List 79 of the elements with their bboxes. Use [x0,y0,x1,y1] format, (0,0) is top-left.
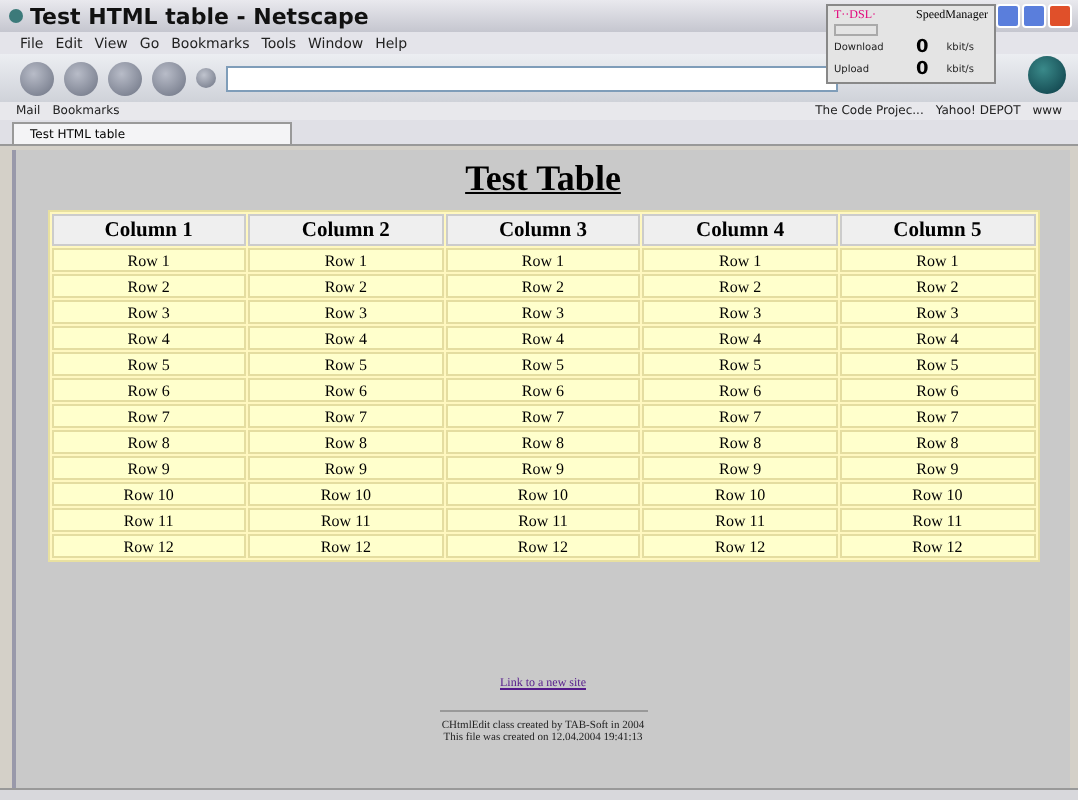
table-cell: Row 10 [642,482,838,506]
table-cell: Row 6 [642,378,838,402]
table-cell: Row 3 [445,300,641,324]
table-cell: Row 9 [839,456,1035,480]
table-cell: Row 10 [248,482,444,506]
reload-button[interactable] [108,61,142,95]
table-cell: Row 10 [445,482,641,506]
column-header: Column 5 [839,214,1035,246]
download-value: 0 [916,37,931,58]
table-cell: Row 4 [248,326,444,350]
close-button[interactable] [1048,4,1072,28]
table-cell: Row 8 [642,430,838,454]
minimize-button[interactable] [996,4,1020,28]
table-cell: Row 5 [839,352,1035,376]
table-cell: Row 2 [248,274,444,298]
table-cell: Row 12 [642,534,838,558]
table-cell: Row 10 [839,482,1035,506]
stop-button[interactable] [152,61,186,95]
table-cell: Row 4 [839,326,1035,350]
table-cell: Row 7 [445,404,641,428]
table-cell: Row 8 [839,430,1035,454]
table-cell: Row 1 [445,248,641,272]
go-button[interactable] [196,68,216,88]
table-cell: Row 10 [51,482,247,506]
speed-bar [834,24,878,36]
table-cell: Row 3 [51,300,247,324]
table-cell: Row 9 [642,456,838,480]
table-cell: Row 11 [51,508,247,532]
table-cell: Row 4 [642,326,838,350]
table-cell: Row 3 [839,300,1035,324]
table-cell: Row 11 [642,508,838,532]
table-cell: Row 7 [839,404,1035,428]
column-header: Column 2 [248,214,444,246]
table-cell: Row 2 [642,274,838,298]
table-cell: Row 11 [445,508,641,532]
table-cell: Row 1 [839,248,1035,272]
maximize-button[interactable] [1022,4,1046,28]
table-cell: Row 12 [248,534,444,558]
forward-button[interactable] [64,61,98,95]
table-cell: Row 5 [248,352,444,376]
table-cell: Row 6 [248,378,444,402]
table-cell: Row 11 [248,508,444,532]
table-cell: Row 2 [839,274,1035,298]
table-cell: Row 6 [445,378,641,402]
page-heading: Test Table [465,158,621,200]
table-cell: Row 4 [51,326,247,350]
table-cell: Row 2 [445,274,641,298]
table-cell: Row 1 [642,248,838,272]
table-cell: Row 2 [51,274,247,298]
table-cell: Row 8 [445,430,641,454]
table-cell: Row 1 [248,248,444,272]
address-field[interactable] [226,65,838,91]
table-cell: Row 1 [51,248,247,272]
table-cell: Row 6 [839,378,1035,402]
table-cell: Row 7 [642,404,838,428]
table-cell: Row 9 [51,456,247,480]
table-cell: Row 8 [248,430,444,454]
table-cell: Row 7 [248,404,444,428]
table-cell: Row 12 [839,534,1035,558]
table-cell: Row 12 [51,534,247,558]
table-cell: Row 5 [445,352,641,376]
table-cell: Row 5 [51,352,247,376]
table-cell: Row 3 [642,300,838,324]
table-cell: Row 6 [51,378,247,402]
table-cell: Row 7 [51,404,247,428]
table-cell: Row 12 [445,534,641,558]
column-header: Column 4 [642,214,838,246]
window-title: Test HTML table - Netscape [30,3,369,29]
table-cell: Row 5 [642,352,838,376]
back-button[interactable] [20,61,54,95]
table-cell: Row 4 [445,326,641,350]
table-cell: Row 11 [839,508,1035,532]
table-cell: Row 9 [248,456,444,480]
column-header: Column 1 [51,214,247,246]
table-cell: Row 8 [51,430,247,454]
table-cell: Row 9 [445,456,641,480]
upload-value: 0 [916,60,931,81]
column-header: Column 3 [445,214,641,246]
table-cell: Row 3 [248,300,444,324]
